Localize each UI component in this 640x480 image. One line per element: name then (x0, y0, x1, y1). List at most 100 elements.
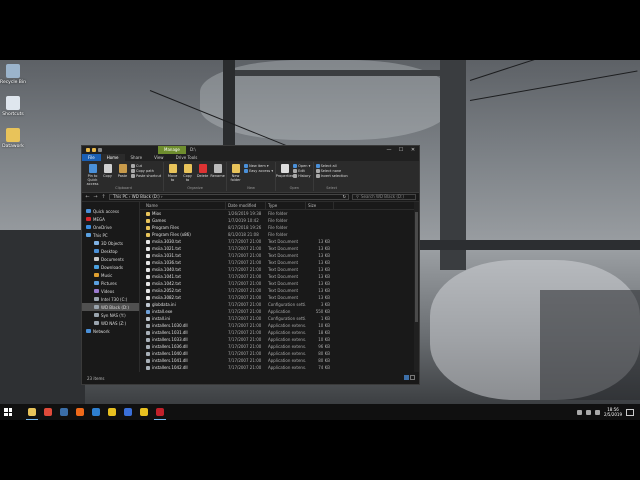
rename-button[interactable]: Rename (210, 162, 225, 186)
file-explorer-window[interactable]: Manage D:\ — ☐ ✕ File Home Share View Dr… (81, 145, 420, 385)
nav-item[interactable]: This PC (82, 231, 139, 239)
nav-item[interactable]: WD NAS (Z:) (82, 319, 139, 327)
address-bar[interactable]: This PC › WD Black (D:) › ↻ (109, 194, 349, 200)
edit-button[interactable]: Edit (293, 169, 310, 173)
tab-drive-tools[interactable]: Drive Tools (170, 154, 204, 161)
select-none-button[interactable]: Select none (315, 169, 348, 173)
invert-selection-button[interactable]: Invert selection (315, 174, 348, 178)
copy-button[interactable]: Copy (101, 162, 114, 186)
notification-icon[interactable] (626, 408, 634, 416)
cut-button[interactable]: Cut (131, 164, 161, 168)
nav-item[interactable]: WD Black (D:) (82, 303, 139, 311)
breadcrumb[interactable]: This PC › WD Black (D:) › (113, 195, 163, 199)
file-row[interactable]: installers.1042.dll 7/17/2007 21:00 Applic… (140, 364, 419, 371)
taskbar-app[interactable] (24, 404, 40, 420)
nav-item[interactable]: Desktop (82, 247, 139, 255)
desktop-icon-shortcuts[interactable]: Shortcuts (0, 96, 26, 117)
new-folder-icon[interactable] (92, 148, 96, 152)
file-row[interactable]: msiia.3030.txt 7/17/2007 21:00 Text Docume… (140, 238, 419, 245)
file-row[interactable]: msiia.1031.txt 7/17/2007 21:00 Text Docume… (140, 252, 419, 259)
desktop-icon-recycle-bin[interactable]: Recycle Bin (0, 64, 26, 85)
navigation-pane[interactable]: Quick access MEGA OneDrive This PC 3D Object… (82, 202, 140, 372)
new-item-button[interactable]: New item ▾ (244, 164, 273, 168)
nav-item[interactable]: Downloads (82, 263, 139, 271)
file-row[interactable]: installers.1031.dll 7/17/2007 21:00 Applic… (140, 329, 419, 336)
maximize-button[interactable]: ☐ (395, 146, 407, 154)
tab-view[interactable]: View (148, 154, 170, 161)
taskbar-app[interactable] (56, 404, 72, 420)
taskbar-app[interactable] (72, 404, 88, 420)
column-name[interactable]: Name (140, 202, 226, 209)
file-row[interactable]: install.exe 7/17/2007 21:00 Application 550… (140, 308, 419, 315)
taskbar-app[interactable] (136, 404, 152, 420)
tab-manage[interactable]: Manage (158, 146, 186, 154)
large-icons-view-button[interactable] (410, 375, 415, 380)
vertical-scrollbar[interactable] (414, 202, 419, 372)
file-row[interactable]: msiia.1040.txt 7/17/2007 21:00 Text Docume… (140, 266, 419, 273)
minimize-button[interactable]: — (383, 146, 395, 154)
file-row[interactable]: install.ini 7/17/2007 21:00 Configuration … (140, 315, 419, 322)
copy-path-button[interactable]: Copy path (131, 169, 161, 173)
easy-access-button[interactable]: Easy access ▾ (244, 169, 273, 173)
chevron-up-icon[interactable] (577, 409, 583, 415)
tab-file[interactable]: File (82, 154, 101, 161)
forward-button[interactable]: → (93, 194, 98, 200)
desktop-icon-datawork[interactable]: Datawork (0, 128, 26, 149)
nav-item[interactable]: Videos (82, 287, 139, 295)
chevron-down-icon[interactable] (98, 148, 102, 152)
taskbar-app[interactable] (40, 404, 56, 420)
file-row[interactable]: Program Files (x86) 8/1/2018 21:08 File fo… (140, 231, 419, 238)
select-all-button[interactable]: Select all (315, 164, 348, 168)
file-list[interactable]: Name Date modified Type Size Mios 1/26/20… (140, 202, 419, 372)
taskbar-app[interactable] (88, 404, 104, 420)
file-row[interactable]: msiia.1042.txt 7/17/2007 21:00 Text Docume… (140, 280, 419, 287)
title-bar[interactable]: Manage D:\ — ☐ ✕ (82, 146, 419, 154)
start-button[interactable] (0, 404, 16, 420)
network-icon[interactable] (586, 409, 592, 415)
file-row[interactable]: globdata.ini 7/17/2007 21:00 Configuration… (140, 301, 419, 308)
file-row[interactable]: Games 1/7/2019 10:42 File folder (140, 217, 419, 224)
up-button[interactable]: ↑ (101, 194, 106, 200)
file-row[interactable]: installers.1040.dll 7/17/2007 21:00 Applic… (140, 350, 419, 357)
pin-to-quick-access-button[interactable]: Pin to Quick access (86, 162, 99, 186)
file-row[interactable]: msiia.2052.txt 7/17/2007 21:00 Text Docume… (140, 287, 419, 294)
new-folder-button[interactable]: New folder (229, 162, 242, 186)
delete-button[interactable]: Delete (196, 162, 209, 186)
history-button[interactable]: History (293, 174, 311, 178)
file-row[interactable]: msiia.1021.txt 7/17/2007 21:00 Text Docume… (140, 245, 419, 252)
nav-item[interactable]: Quick access (82, 207, 139, 215)
column-size[interactable]: Size (306, 202, 334, 209)
search-input[interactable]: ⚲ Search WD Black (D:) (352, 194, 416, 200)
file-row[interactable]: msiia.1036.txt 7/17/2007 21:00 Text Docume… (140, 259, 419, 266)
move-to-button[interactable]: Move to (166, 162, 179, 186)
tab-home[interactable]: Home (100, 154, 125, 161)
details-view-button[interactable] (404, 375, 409, 380)
file-row[interactable]: msiia.1041.txt 7/17/2007 21:00 Text Docume… (140, 273, 419, 280)
nav-item[interactable]: OneDrive (82, 223, 139, 231)
nav-item[interactable]: MEGA (82, 215, 139, 223)
refresh-button[interactable]: ↻ (343, 195, 346, 199)
paste-button[interactable]: Paste (116, 162, 129, 186)
column-type[interactable]: Type (266, 202, 306, 209)
volume-icon[interactable] (595, 409, 601, 415)
taskbar-app[interactable] (152, 404, 168, 420)
file-row[interactable]: installers.1041.dll 7/17/2007 21:00 Applic… (140, 357, 419, 364)
tab-share[interactable]: Share (125, 154, 149, 161)
back-button[interactable]: ← (85, 194, 90, 200)
open-button[interactable]: Open ▾ (293, 164, 310, 168)
file-row[interactable]: msiia.3082.txt 7/17/2007 21:00 Text Docume… (140, 294, 419, 301)
properties-button[interactable]: Properties (276, 162, 293, 186)
nav-item[interactable]: Intel 730 (C:) (82, 295, 139, 303)
nav-item[interactable]: Syn NAS (Y:) (82, 311, 139, 319)
paste-shortcut-button[interactable]: Paste shortcut (131, 174, 161, 178)
taskbar-app[interactable] (104, 404, 120, 420)
scrollbar-thumb[interactable] (415, 212, 418, 322)
file-row[interactable]: Program Files 8/17/2018 19:26 File folder (140, 224, 419, 231)
column-date-modified[interactable]: Date modified (226, 202, 266, 209)
file-row[interactable]: Mios 1/26/2019 19:38 File folder (140, 210, 419, 217)
file-row[interactable]: installers.1033.dll 7/17/2007 21:00 Applic… (140, 336, 419, 343)
file-row[interactable]: installers.1030.dll 7/17/2007 21:00 Applic… (140, 322, 419, 329)
nav-item[interactable]: Music (82, 271, 139, 279)
file-row[interactable]: installers.1036.dll 7/17/2007 21:00 Applic… (140, 343, 419, 350)
nav-item[interactable]: Documents (82, 255, 139, 263)
